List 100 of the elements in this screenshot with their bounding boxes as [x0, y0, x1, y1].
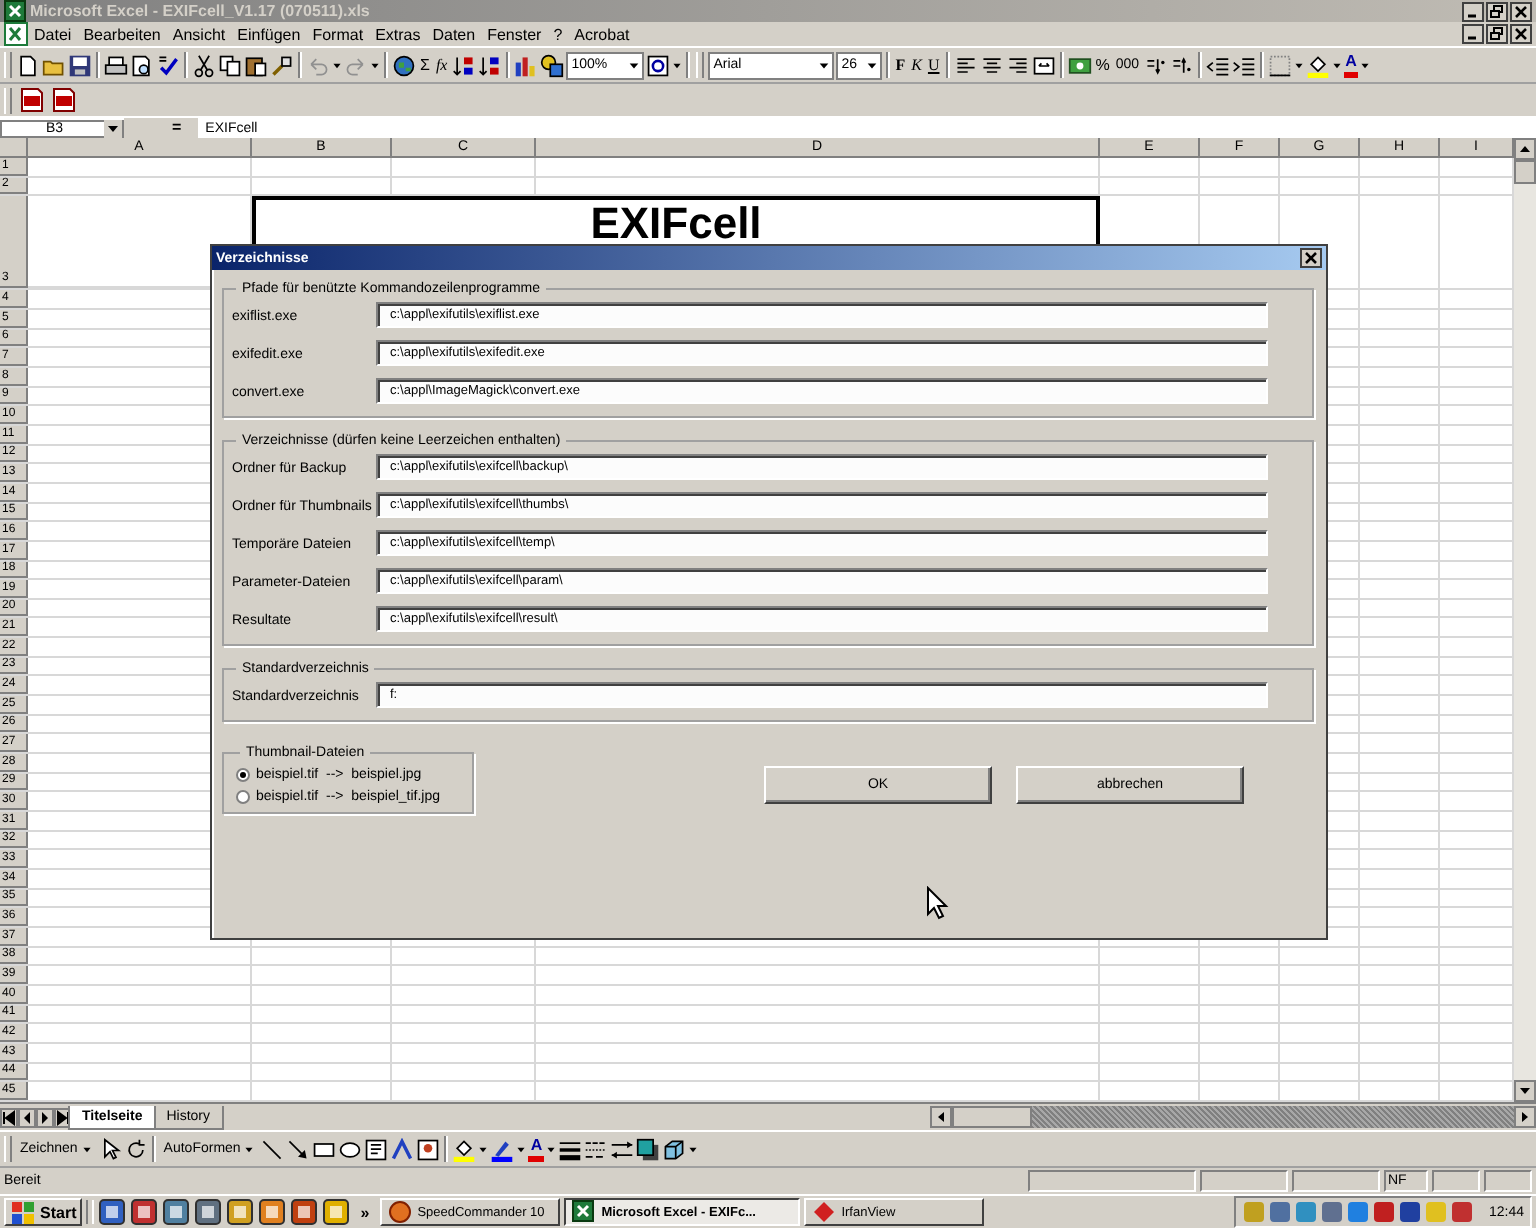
scroll-thumb[interactable] [1514, 160, 1536, 184]
align-left-icon[interactable] [953, 53, 978, 77]
function-button[interactable]: fx [433, 52, 450, 78]
caret-icon[interactable] [370, 59, 380, 71]
pdf-icon[interactable] [50, 86, 78, 114]
minimize-icon[interactable] [1462, 1, 1484, 21]
money-icon[interactable] [1067, 53, 1092, 77]
drawing-icon[interactable] [539, 53, 564, 77]
program-icon[interactable] [258, 1198, 287, 1226]
horizontal-scrollbar[interactable] [930, 1106, 1536, 1128]
close-icon[interactable] [1510, 1, 1532, 21]
minimize-icon[interactable] [1462, 24, 1484, 44]
restore-icon[interactable] [1486, 24, 1508, 44]
indent-icon[interactable] [1231, 53, 1256, 77]
menu-item[interactable]: Daten [426, 25, 482, 43]
program-icon[interactable] [194, 1198, 223, 1226]
start-button[interactable]: Start [4, 1198, 83, 1226]
tray-icon[interactable] [1372, 1200, 1397, 1224]
sort-ascending-icon[interactable] [451, 53, 476, 77]
caret-icon[interactable] [688, 1143, 699, 1155]
italic-button[interactable]: K [909, 52, 924, 78]
last-sheet-icon[interactable] [54, 1107, 72, 1127]
arrow-style-icon[interactable] [610, 1137, 635, 1161]
menu-item[interactable]: Acrobat [568, 25, 636, 43]
new-document-icon[interactable] [16, 53, 40, 77]
scroll-left-icon[interactable] [930, 1106, 952, 1128]
more-button[interactable]: » [354, 1203, 376, 1221]
close-icon[interactable] [1510, 24, 1532, 44]
chart-icon[interactable] [513, 53, 538, 77]
paste-icon[interactable] [244, 53, 268, 77]
radio-button[interactable] [236, 768, 250, 782]
vertical-scrollbar[interactable] [1514, 138, 1536, 1102]
scroll-down-icon[interactable] [1514, 1080, 1536, 1102]
caret-icon[interactable] [817, 59, 830, 71]
equals-button[interactable]: = [124, 118, 198, 138]
copy-icon[interactable] [218, 53, 242, 77]
tray-icon[interactable] [1346, 1200, 1371, 1224]
fill-color-icon[interactable] [1305, 53, 1330, 77]
menu-item[interactable]: Format [306, 25, 370, 43]
shadow-icon[interactable] [636, 1137, 661, 1161]
font-color-button[interactable]: A [528, 1136, 545, 1162]
merge-cells-icon[interactable] [1031, 53, 1056, 77]
menu-item[interactable]: Einfügen [231, 25, 307, 43]
scissors-icon[interactable] [192, 53, 216, 77]
outdent-icon[interactable] [1205, 53, 1230, 77]
underline-button[interactable]: U [925, 52, 942, 78]
save-icon[interactable] [68, 53, 92, 77]
select-all-button[interactable] [0, 138, 28, 158]
caret-icon[interactable] [332, 59, 342, 71]
sort-descending-icon[interactable] [477, 53, 502, 77]
decrease-decimal-icon[interactable] [1169, 53, 1194, 77]
program-icon[interactable] [162, 1198, 191, 1226]
percent-button[interactable]: % [1093, 52, 1112, 78]
spellcheck-icon[interactable] [156, 53, 180, 77]
tray-icon[interactable] [1450, 1200, 1475, 1224]
rectangle-icon[interactable] [312, 1137, 337, 1161]
line-color-icon[interactable] [490, 1137, 515, 1161]
globe-icon[interactable] [392, 53, 416, 77]
line-style-icon[interactable] [558, 1137, 583, 1161]
restore-icon[interactable] [1486, 1, 1508, 21]
line-icon[interactable] [260, 1137, 285, 1161]
caret-icon[interactable] [1293, 59, 1304, 71]
program-icon[interactable] [226, 1198, 255, 1226]
caret-icon[interactable] [81, 1143, 92, 1155]
sum-button[interactable]: Σ [418, 52, 432, 78]
caret-icon[interactable] [865, 59, 878, 71]
rotate-icon[interactable] [123, 1137, 148, 1161]
borders-icon[interactable] [1267, 53, 1292, 77]
increase-decimal-icon[interactable] [1143, 53, 1168, 77]
caret-icon[interactable] [516, 1143, 527, 1155]
program-icon[interactable] [98, 1198, 127, 1226]
tray-icon[interactable] [1398, 1200, 1423, 1224]
program-icon[interactable] [130, 1198, 159, 1226]
print-icon[interactable] [104, 53, 128, 77]
first-sheet-icon[interactable] [0, 1107, 18, 1127]
arrow-icon[interactable] [286, 1137, 311, 1161]
align-right-icon[interactable] [1005, 53, 1030, 77]
caret-icon[interactable] [478, 1143, 489, 1155]
font-color-button[interactable]: A [1343, 52, 1359, 78]
caret-icon[interactable] [627, 59, 640, 71]
scroll-thumb[interactable] [952, 1106, 1032, 1128]
cube-icon[interactable] [662, 1137, 687, 1161]
caret-icon[interactable] [1331, 59, 1342, 71]
caret-icon[interactable] [1360, 59, 1371, 71]
scroll-up-icon[interactable] [1514, 138, 1536, 160]
caret-icon[interactable] [546, 1143, 557, 1155]
menu-item[interactable]: Fenster [481, 25, 548, 43]
fill-color-icon[interactable] [452, 1137, 477, 1161]
menu-item[interactable]: ? [547, 25, 569, 43]
dash-style-icon[interactable] [584, 1137, 609, 1161]
wordart-icon[interactable] [390, 1137, 415, 1161]
ellipse-icon[interactable] [338, 1137, 363, 1161]
print-preview-icon[interactable] [130, 53, 154, 77]
bold-button[interactable]: F [893, 52, 908, 78]
caret-icon[interactable] [244, 1143, 255, 1155]
program-icon[interactable] [322, 1198, 351, 1226]
pdf-icon[interactable] [18, 86, 46, 114]
text-box-icon[interactable] [364, 1137, 389, 1161]
menu-item[interactable]: Bearbeiten [77, 25, 167, 43]
scroll-right-icon[interactable] [1514, 1106, 1536, 1128]
